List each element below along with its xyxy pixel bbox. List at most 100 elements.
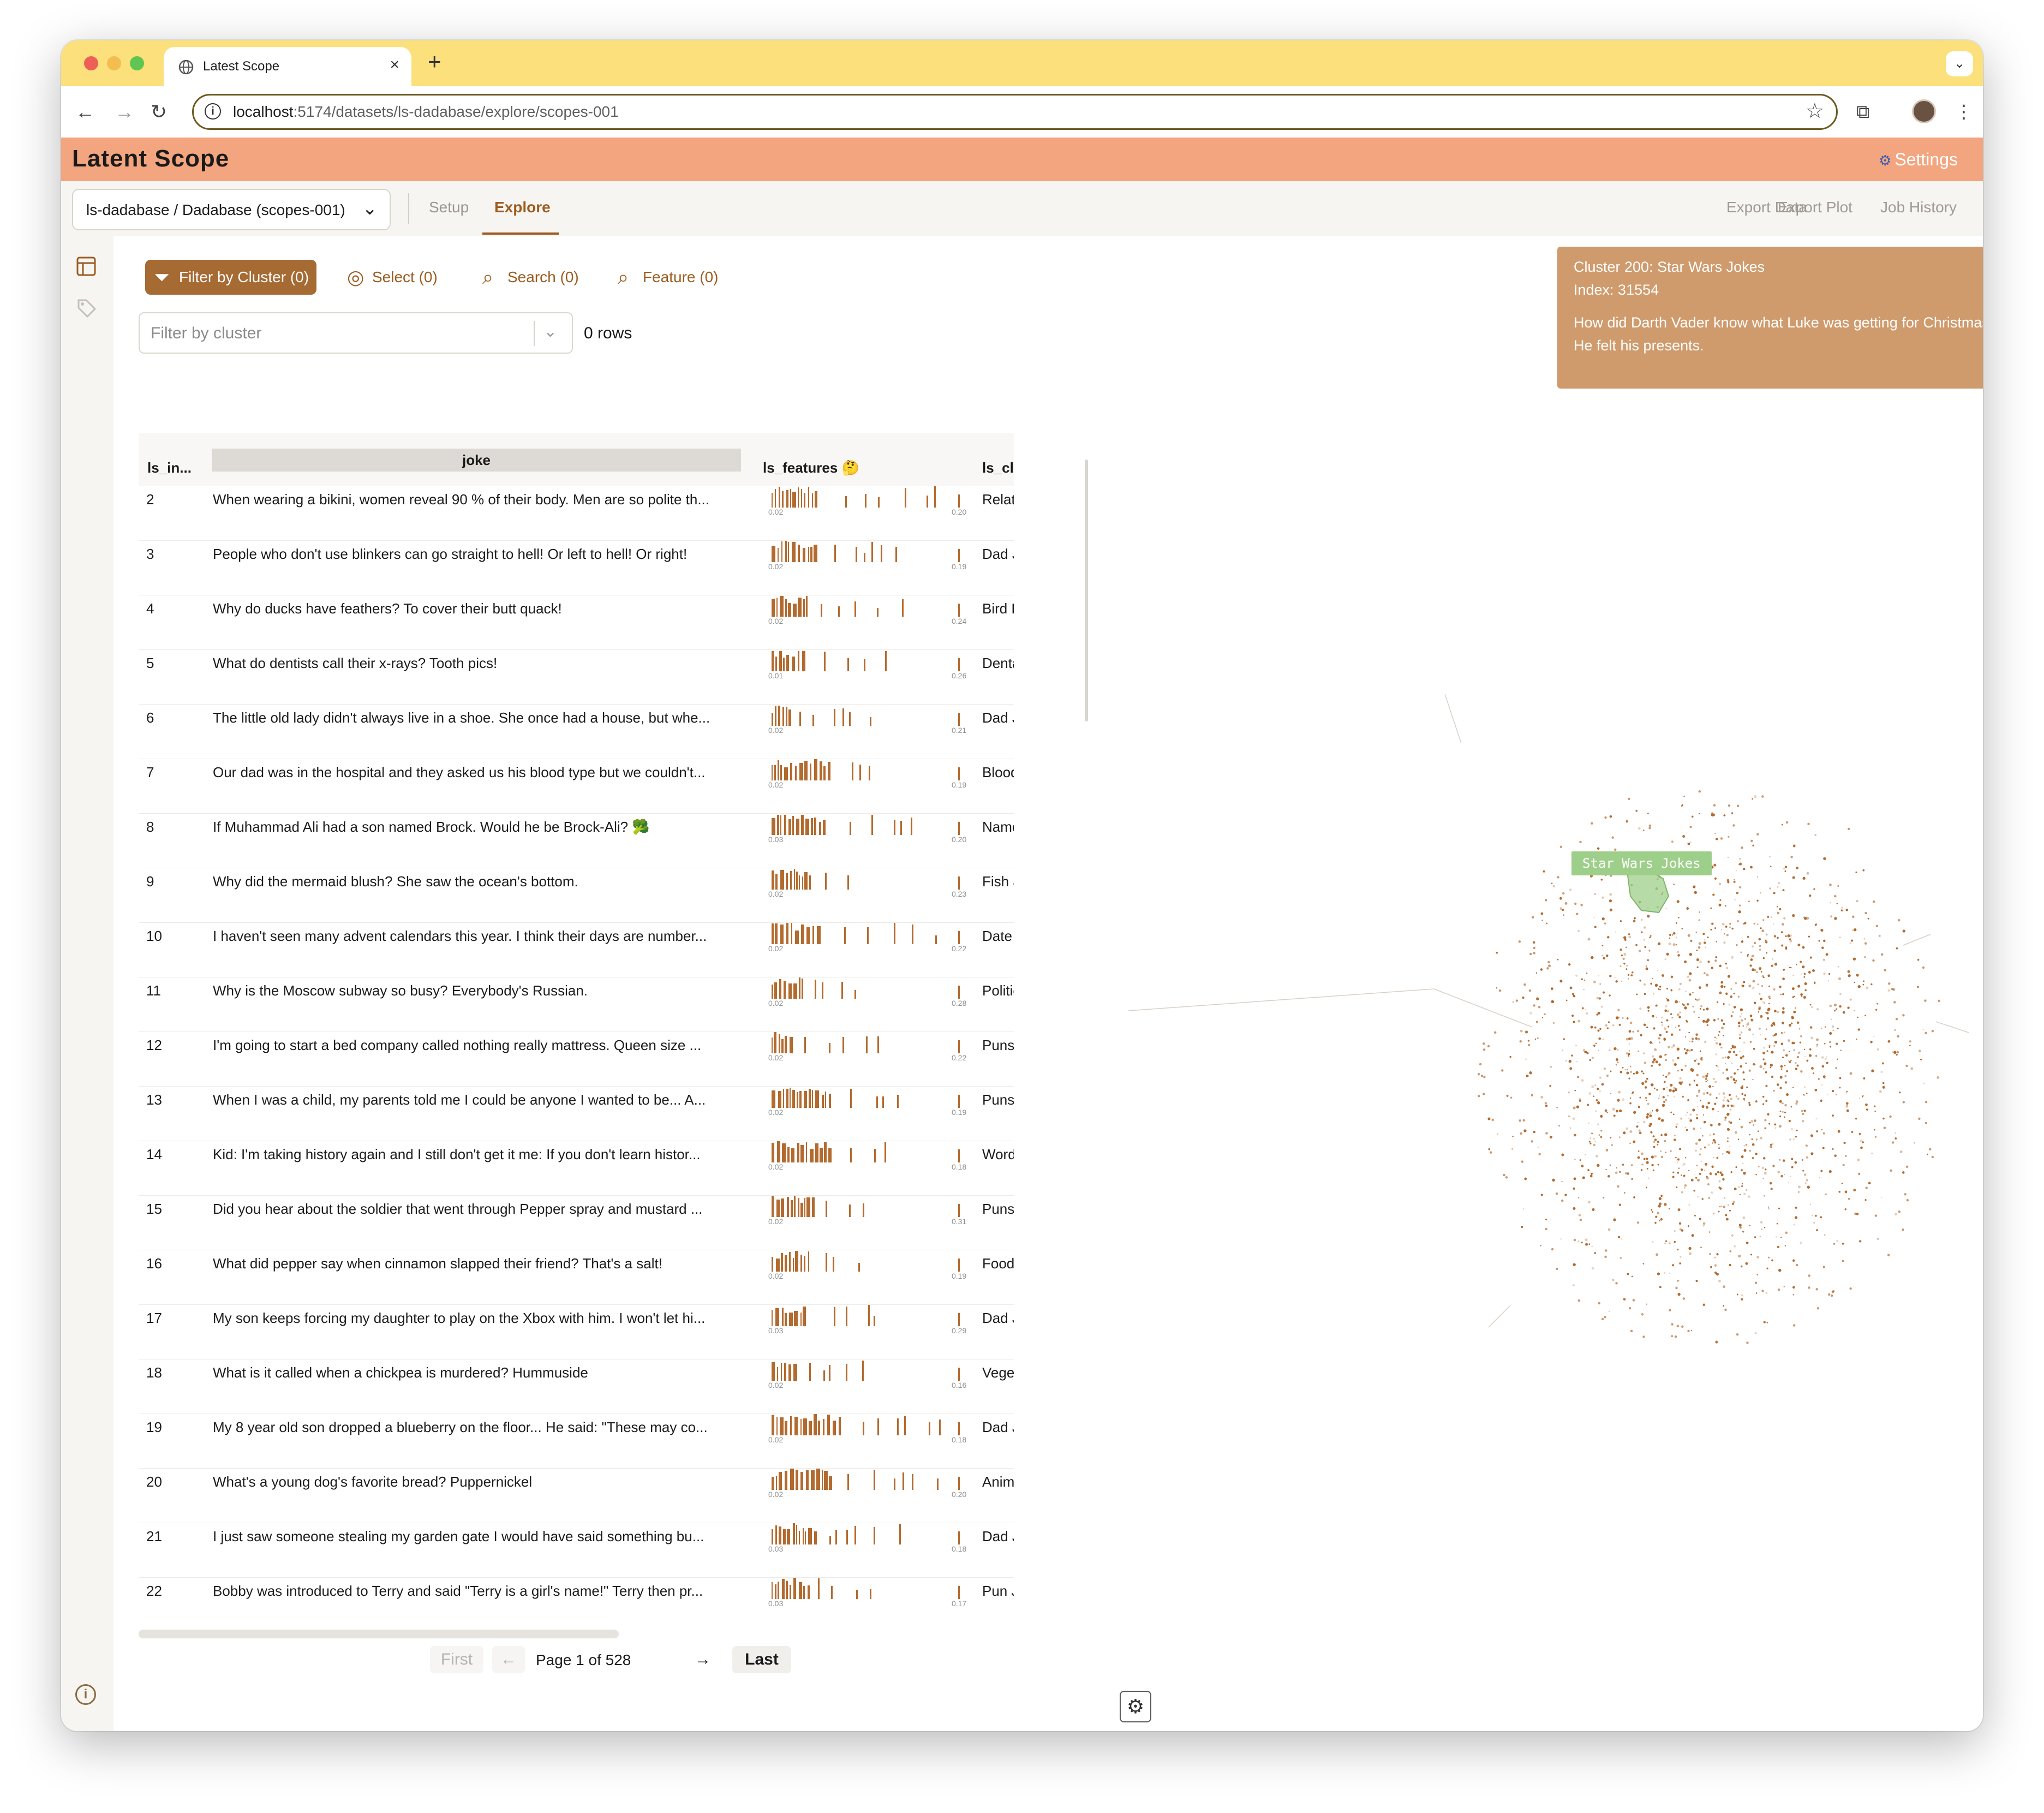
table-row[interactable]: 3 People who don't use blinkers can go st… bbox=[139, 540, 1014, 595]
horizontal-scrollbar[interactable] bbox=[139, 1630, 619, 1638]
table-row[interactable]: 13 When I was a child, my parents told me… bbox=[139, 1086, 1014, 1141]
bookmark-star-icon[interactable]: ☆ bbox=[1806, 99, 1824, 123]
last-page-button[interactable]: Last bbox=[732, 1646, 791, 1673]
scatter-plot[interactable] bbox=[1107, 236, 1983, 1731]
browser-tab[interactable]: Latest Scope × bbox=[164, 47, 411, 86]
cell-features[interactable]: 0.02 0.18 bbox=[766, 1414, 967, 1445]
table-row[interactable]: 14 Kid: I'm taking history again and I st… bbox=[139, 1141, 1014, 1196]
cell-features[interactable]: 0.02 0.19 bbox=[766, 759, 967, 790]
browser-menu-icon[interactable]: ⋮ bbox=[1955, 97, 1973, 127]
cell-features[interactable]: 0.02 0.24 bbox=[766, 595, 967, 627]
table-row[interactable]: 18 What is it called when a chickpea is m… bbox=[139, 1359, 1014, 1414]
feature-bar bbox=[772, 493, 773, 508]
cell-features[interactable]: 0.03 0.17 bbox=[766, 1577, 967, 1609]
tag-icon[interactable] bbox=[74, 296, 98, 320]
table-row[interactable]: 15 Did you hear about the soldier that we… bbox=[139, 1195, 1014, 1250]
settings-link[interactable]: ⚙ Settings bbox=[1879, 150, 1958, 170]
table-row[interactable]: 10 I haven't seen many advent calendars t… bbox=[139, 922, 1014, 977]
job-history-link[interactable]: Job History bbox=[1880, 199, 1957, 216]
chevron-down-icon[interactable]: ⌄ bbox=[543, 322, 557, 341]
next-page-button[interactable]: → bbox=[692, 1646, 714, 1673]
data-table: ls_in... joke ls_features 🤔 ls_clu 2When… bbox=[139, 433, 1014, 1629]
feature-button[interactable]: ⌕ Feature (0) bbox=[609, 260, 726, 295]
cell-features[interactable]: 0.03 0.29 bbox=[766, 1304, 967, 1336]
cell-features[interactable]: 0.02 0.23 bbox=[766, 868, 967, 899]
address-url[interactable]: localhost:5174/datasets/ls-dadabase/expl… bbox=[233, 103, 619, 121]
table-row[interactable]: 22 Bobby was introduced to Terry and said… bbox=[139, 1577, 1014, 1629]
first-page-button[interactable]: First bbox=[430, 1646, 483, 1673]
cell-features[interactable]: 0.02 0.19 bbox=[766, 1086, 967, 1118]
cell-features[interactable]: 0.02 0.18 bbox=[766, 1141, 967, 1172]
scatter-point bbox=[1720, 929, 1722, 931]
scatter-point bbox=[1704, 1170, 1706, 1171]
minimize-window-button[interactable] bbox=[107, 56, 121, 70]
cell-features[interactable]: 0.02 0.19 bbox=[766, 1250, 967, 1281]
back-icon[interactable]: ← bbox=[75, 97, 95, 127]
table-icon[interactable] bbox=[74, 254, 98, 278]
scatter-point bbox=[1641, 1163, 1643, 1166]
feature-bar bbox=[799, 1091, 802, 1108]
tab-explore[interactable]: Explore bbox=[494, 199, 551, 216]
cell-features[interactable]: 0.02 0.21 bbox=[766, 704, 967, 736]
table-row[interactable]: 16 What did pepper say when cinnamon slap… bbox=[139, 1250, 1014, 1305]
scatter-point bbox=[1693, 1128, 1695, 1130]
close-tab-icon[interactable]: × bbox=[390, 56, 399, 74]
maximize-window-button[interactable] bbox=[130, 56, 144, 70]
tab-setup[interactable]: Setup bbox=[429, 199, 469, 216]
cell-features[interactable]: 0.01 0.26 bbox=[766, 649, 967, 681]
column-header-features[interactable]: ls_features 🤔 bbox=[763, 460, 859, 476]
table-row[interactable]: 20 What's a young dog's favorite bread? P… bbox=[139, 1468, 1014, 1523]
forward-icon[interactable]: → bbox=[115, 97, 134, 127]
cell-features[interactable]: 0.02 0.22 bbox=[766, 922, 967, 954]
cell-features[interactable]: 0.02 0.28 bbox=[766, 977, 967, 1009]
reload-icon[interactable]: ↻ bbox=[151, 97, 167, 127]
export-plot-link[interactable]: Export Plot bbox=[1778, 199, 1852, 216]
search-button[interactable]: ⌕ Search (0) bbox=[474, 260, 587, 295]
cell-features[interactable]: 0.03 0.18 bbox=[766, 1523, 967, 1554]
close-window-button[interactable] bbox=[84, 56, 98, 70]
dataset-selector[interactable]: ls-dadabase / Dadabase (scopes-001) ⌄ bbox=[72, 189, 391, 230]
app-header: Latent Scope ⚙ Settings bbox=[61, 138, 1983, 181]
table-row[interactable]: 8 If Muhammad Ali had a son named Brock. … bbox=[139, 813, 1014, 868]
table-row[interactable]: 12 I'm going to start a bed company calle… bbox=[139, 1031, 1014, 1087]
feature-bar bbox=[796, 872, 798, 890]
site-info-icon[interactable]: i bbox=[205, 103, 221, 120]
cell-features[interactable]: 0.03 0.20 bbox=[766, 813, 967, 845]
profile-avatar[interactable] bbox=[1912, 99, 1936, 123]
vertical-scrollbar[interactable] bbox=[1085, 460, 1088, 721]
extensions-icon[interactable]: ⧉ bbox=[1856, 97, 1869, 127]
address-bar[interactable]: i localhost:5174/datasets/ls-dadabase/ex… bbox=[192, 94, 1838, 130]
scatter-point bbox=[1575, 1045, 1577, 1046]
column-header-index[interactable]: ls_in... bbox=[147, 460, 192, 476]
table-row[interactable]: 17 My son keeps forcing my daughter to pl… bbox=[139, 1304, 1014, 1359]
cell-features[interactable]: 0.02 0.16 bbox=[766, 1359, 967, 1391]
feature-bar bbox=[863, 1203, 864, 1217]
cell-features[interactable]: 0.02 0.20 bbox=[766, 486, 967, 517]
table-row[interactable]: 11 Why is the Moscow subway so busy? Ever… bbox=[139, 977, 1014, 1032]
new-tab-button[interactable]: + bbox=[428, 50, 441, 73]
app-title[interactable]: Latent Scope bbox=[72, 145, 229, 172]
prev-page-button[interactable]: ← bbox=[492, 1646, 525, 1673]
feature-bar bbox=[772, 1415, 774, 1435]
cell-features[interactable]: 0.02 0.31 bbox=[766, 1195, 967, 1227]
table-row[interactable]: 21 I just saw someone stealing my garden … bbox=[139, 1523, 1014, 1578]
table-row[interactable]: 7 Our dad was in the hospital and they as… bbox=[139, 759, 1014, 814]
table-row[interactable]: 9 Why did the mermaid blush? She saw the … bbox=[139, 868, 1014, 923]
cell-features[interactable]: 0.02 0.19 bbox=[766, 540, 967, 572]
select-button[interactable]: ◎ Select (0) bbox=[338, 260, 445, 295]
column-header-cluster[interactable]: ls_clu bbox=[982, 460, 1014, 476]
filter-by-cluster-button[interactable]: ⏷ Filter by Cluster (0) bbox=[145, 260, 317, 295]
table-row[interactable]: 6 The little old lady didn't always live … bbox=[139, 704, 1014, 759]
scatter-point bbox=[1757, 983, 1759, 986]
table-row[interactable]: 4 Why do ducks have feathers? To cover th… bbox=[139, 595, 1014, 650]
cluster-filter-select[interactable]: ⌄ bbox=[139, 312, 573, 354]
cluster-filter-input[interactable] bbox=[140, 313, 534, 354]
cell-features[interactable]: 0.02 0.20 bbox=[766, 1468, 967, 1500]
info-icon[interactable]: i bbox=[75, 1684, 96, 1705]
cell-features[interactable]: 0.02 0.22 bbox=[766, 1031, 967, 1063]
table-row[interactable]: 2 When wearing a bikini, women reveal 90 … bbox=[139, 486, 1014, 541]
column-header-joke[interactable]: joke bbox=[212, 449, 741, 472]
table-row[interactable]: 19 My 8 year old son dropped a blueberry … bbox=[139, 1414, 1014, 1469]
table-row[interactable]: 5 What do dentists call their x-rays? Too… bbox=[139, 649, 1014, 705]
tab-menu-button[interactable]: ⌄ bbox=[1946, 51, 1973, 76]
